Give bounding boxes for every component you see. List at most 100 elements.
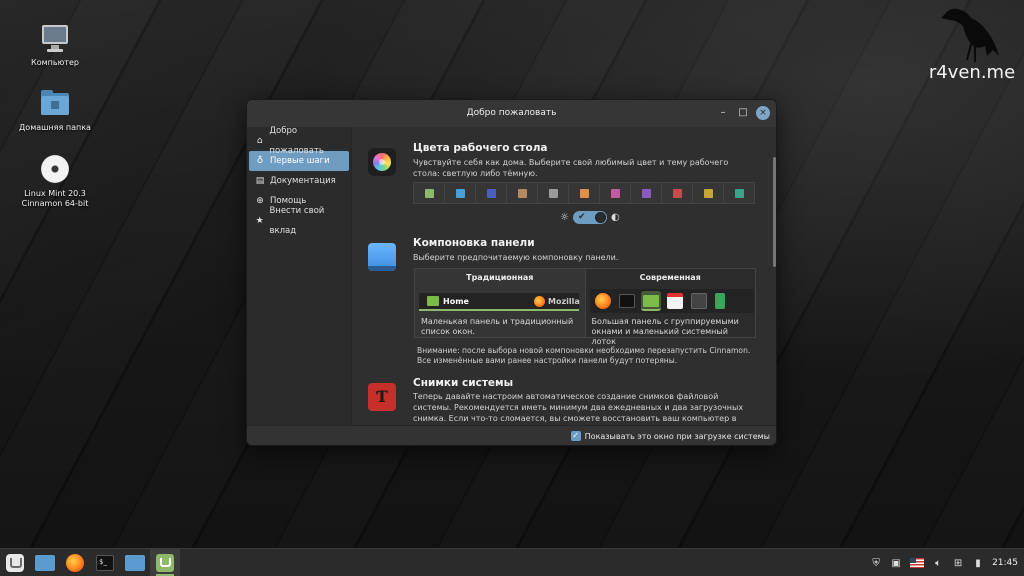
welcome-window: Добро пожаловать – □ × ⌂ Добро пожаловат…	[246, 99, 777, 446]
taskbar: $_ ⛨ ▣ 🔈︎ ⊞ ▮ 21:45	[0, 548, 1024, 576]
preview-home-label: Home	[443, 296, 469, 306]
calendar-icon	[665, 291, 685, 311]
color-swatch[interactable]	[662, 183, 693, 203]
volume-icon[interactable]: 🔈︎	[932, 557, 944, 569]
book-icon: ▤	[255, 176, 265, 186]
checkbox-check-icon[interactable]: ✓	[570, 431, 581, 441]
layout-warning-note: Внимание: после выбора новой компоновки …	[417, 346, 751, 365]
swatch-color	[455, 188, 465, 198]
sun-icon: ☼	[560, 211, 569, 223]
taskbar-app-files[interactable]	[30, 549, 60, 576]
folder-icon	[640, 291, 661, 311]
folder-icon	[35, 555, 55, 571]
swatch-color	[579, 188, 589, 198]
sidebar-item-contribute[interactable]: ★ Внести свой вклад	[249, 206, 349, 236]
layout-option-traditional[interactable]: Традиционная Home Mozilla Маленькая пане…	[415, 269, 586, 337]
timeshift-icon: Ƭ	[368, 383, 396, 411]
sidebar-item-label: Первые шаги	[270, 156, 330, 166]
section-desc-layout: Выберите предпочитаемую компоновку панел…	[413, 253, 619, 262]
layout-title: Современная	[639, 273, 701, 282]
taskbar-app-firefox[interactable]	[60, 549, 90, 576]
color-swatch[interactable]	[507, 183, 538, 203]
swatch-color	[610, 188, 620, 198]
star-icon: ★	[255, 216, 264, 226]
show-on-startup-checkbox[interactable]: ✓ Показывать это окно при загрузке систе…	[570, 431, 770, 441]
dark-theme-toggle[interactable]: ✔	[572, 210, 607, 224]
desktop-icon-home[interactable]: Домашняя папка	[5, 87, 105, 133]
keyboard-layout-flag-icon[interactable]	[910, 558, 925, 568]
desktop-icon-label-line2: Cinnamon 64-bit	[21, 199, 89, 208]
swatch-color	[424, 188, 434, 198]
folder-icon	[427, 296, 439, 306]
disc-icon	[39, 153, 71, 185]
desktop-icon-computer[interactable]: Компьютер	[5, 22, 105, 68]
layout-title: Традиционная	[466, 273, 534, 282]
color-swatch[interactable]	[476, 183, 507, 203]
terminal-icon	[617, 291, 637, 311]
modern-panel-preview	[589, 289, 754, 313]
layout-desc: Маленькая панель и традиционный список о…	[421, 317, 574, 336]
firefox-icon	[593, 291, 613, 311]
color-swatch[interactable]	[600, 183, 631, 203]
shield-icon[interactable]: ⛨	[870, 557, 882, 569]
section-title-colors: Цвета рабочего стола	[413, 142, 548, 154]
desktop-icon-install-disc[interactable]: Linux Mint 20.3 Cinnamon 64-bit	[5, 153, 105, 209]
layout-desc: Большая панель с группируемыми окнами и …	[591, 317, 739, 346]
swatch-color	[672, 188, 682, 198]
color-swatch[interactable]	[569, 183, 600, 203]
color-swatch[interactable]	[724, 183, 754, 203]
clock[interactable]: 21:45	[992, 558, 1018, 568]
color-swatch[interactable]	[414, 183, 445, 203]
raven-icon	[941, 8, 999, 62]
taskbar-app-files-2[interactable]	[120, 549, 150, 576]
checkbox-label: Показывать это окно при загрузке системы	[584, 431, 770, 441]
swatch-color	[703, 188, 713, 198]
sidebar-item-welcome[interactable]: ⌂ Добро пожаловать	[249, 126, 349, 156]
taskbar-app-terminal[interactable]: $_	[90, 549, 120, 576]
spreadsheet-icon	[713, 291, 733, 311]
watermark-text: r4ven.me	[928, 62, 1016, 83]
color-swatch[interactable]	[445, 183, 476, 203]
power-icon[interactable]: ▮	[972, 557, 984, 569]
moon-icon: ◐	[610, 211, 620, 223]
section-title-snapshots: Снимки системы	[413, 377, 514, 389]
swatch-color	[486, 188, 496, 198]
desktop-icon-label: Компьютер	[31, 58, 79, 67]
section-desc-snapshots: Теперь давайте настроим автоматическое с…	[413, 392, 744, 423]
minimize-button[interactable]: –	[716, 106, 730, 120]
update-manager-icon[interactable]: ▣	[890, 557, 902, 569]
firefox-icon	[66, 554, 84, 572]
window-footer: ✓ Показывать это окно при загрузке систе…	[247, 425, 776, 445]
terminal-icon: $_	[96, 555, 114, 571]
taskbar-app-welcome[interactable]	[150, 549, 180, 576]
palette-icon	[368, 148, 396, 176]
swatch-color	[548, 188, 558, 198]
color-swatch[interactable]	[538, 183, 569, 203]
maximize-button[interactable]: □	[736, 106, 750, 120]
welcome-app-icon	[156, 554, 174, 572]
preview-mozilla-label: Mozilla	[548, 297, 580, 306]
lifebuoy-icon: ⊕	[256, 196, 264, 206]
layout-options: Традиционная Home Mozilla Маленькая пане…	[414, 268, 756, 346]
theme-toggle-row: ☼ ✔ ◐	[560, 210, 620, 224]
network-icon[interactable]: ⊞	[952, 557, 964, 569]
mint-menu-icon	[6, 554, 24, 572]
sidebar: ⌂ Добро пожаловать ♁ Первые шаги ▤ Докум…	[247, 126, 351, 425]
sidebar-item-documentation[interactable]: ▤ Документация	[249, 171, 349, 191]
panel-layout-icon	[368, 243, 396, 271]
color-swatch[interactable]	[631, 183, 662, 203]
close-button[interactable]: ×	[756, 106, 770, 120]
color-swatch[interactable]	[693, 183, 724, 203]
check-icon: ✔	[577, 211, 586, 222]
menu-button[interactable]	[0, 549, 30, 576]
sidebar-item-label: Внести свой вклад	[269, 206, 325, 236]
bulb-icon: ♁	[256, 156, 264, 166]
layout-option-modern[interactable]: Современная Большая панель с группируемы…	[585, 269, 755, 346]
swatch-color	[734, 188, 744, 198]
desktop-icon-label: Домашняя папка	[19, 123, 91, 132]
content-pane[interactable]: Цвета рабочего стола Чувствуйте себя как…	[351, 127, 776, 425]
home-icon: ⌂	[256, 136, 263, 146]
system-tray: ⛨ ▣ 🔈︎ ⊞ ▮ 21:45	[870, 549, 1018, 576]
section-title-layout: Компоновка панели	[413, 237, 535, 249]
scrollbar[interactable]	[773, 157, 776, 267]
